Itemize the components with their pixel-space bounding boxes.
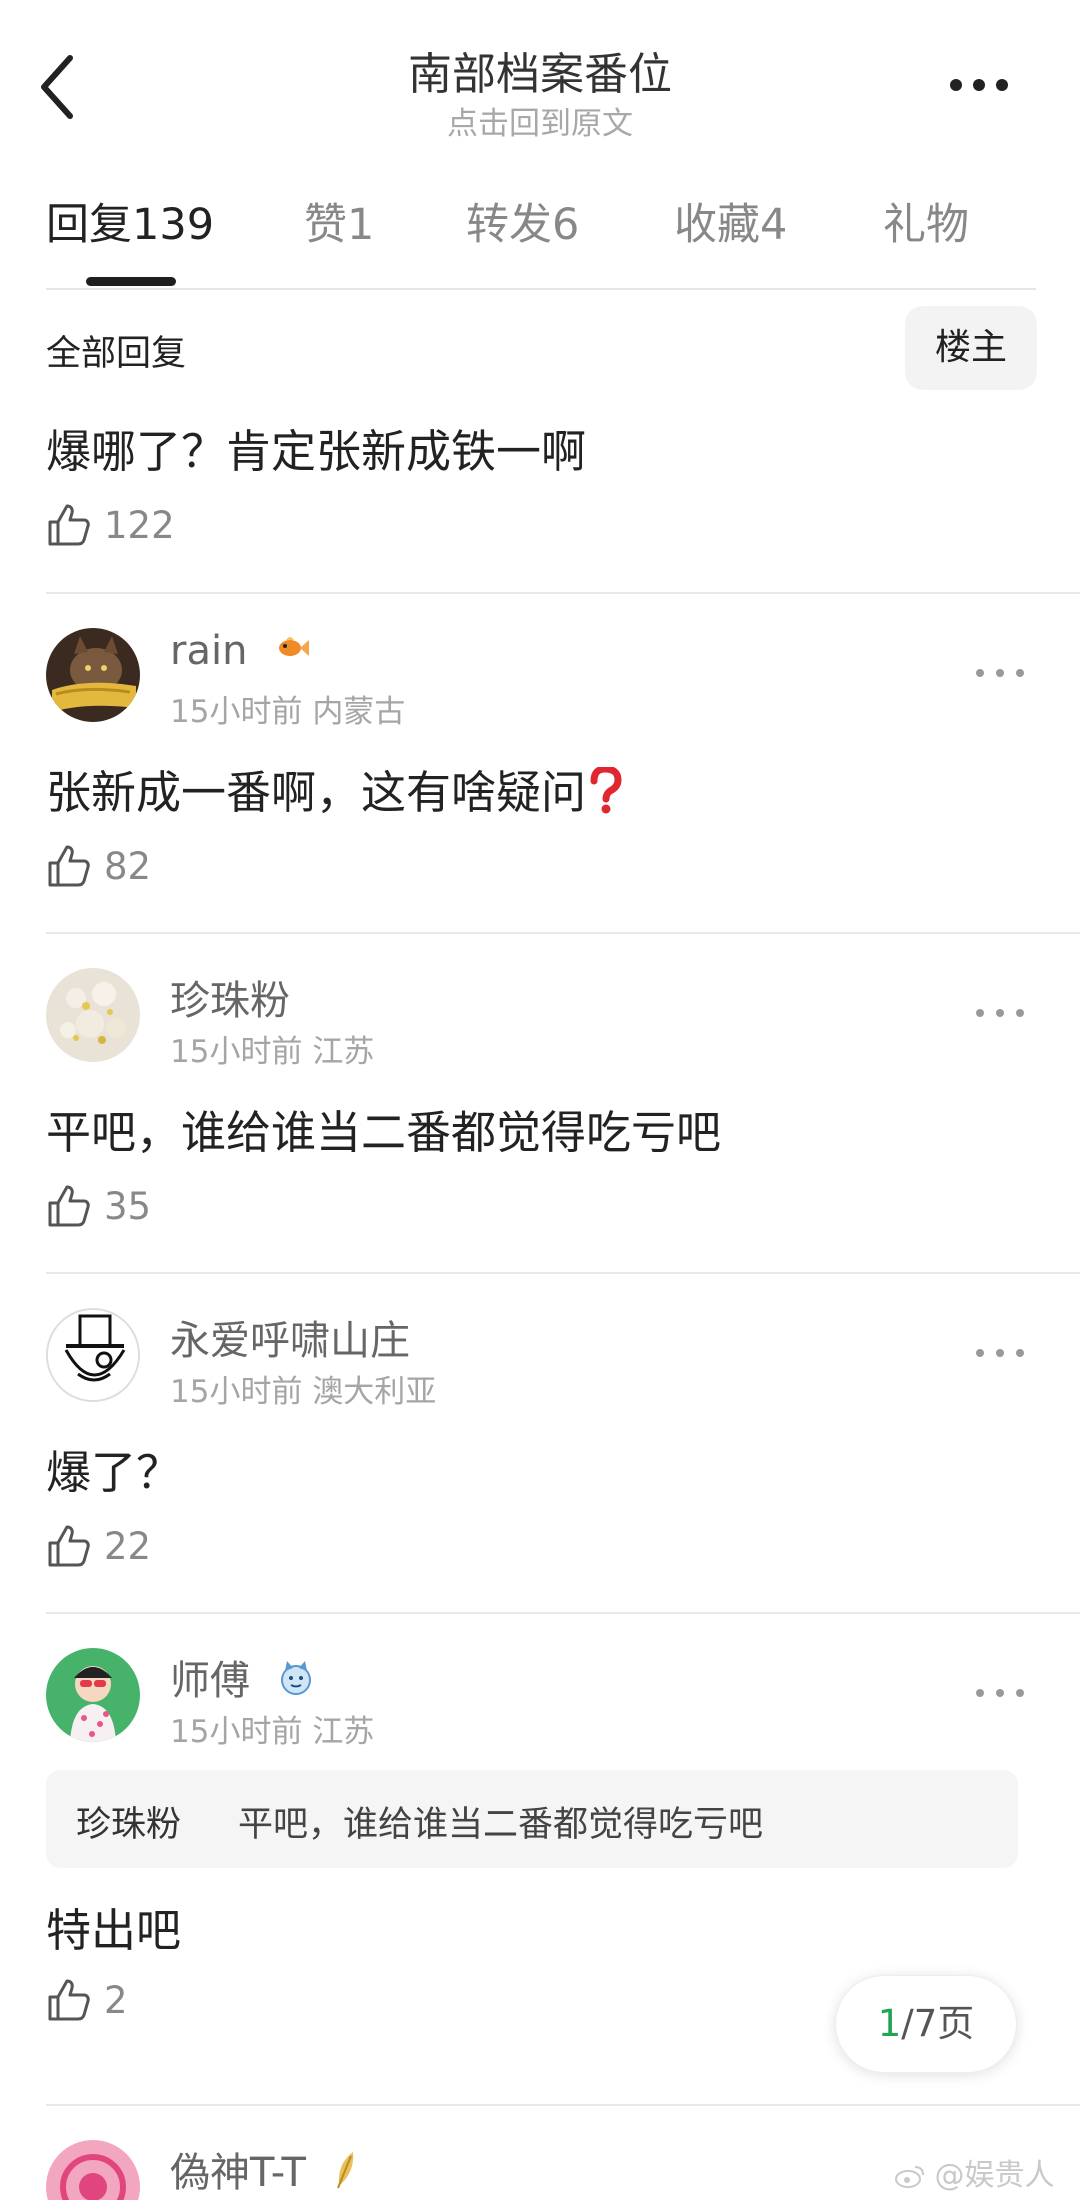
like-button[interactable]: 2 <box>46 1970 128 2030</box>
tab-favorites[interactable]: 收藏4 <box>674 190 787 252</box>
quoted-reply[interactable]: 珍珠粉 平吧，谁给谁当二番都觉得吃亏吧 <box>46 1770 1018 1868</box>
avatar[interactable] <box>46 628 140 722</box>
username[interactable]: 珍珠粉 <box>170 968 290 1026</box>
tab-replies[interactable]: 回复139 <box>46 190 214 252</box>
page-title[interactable]: 南部档案番位 <box>0 38 1080 102</box>
like-count: 122 <box>104 503 175 547</box>
like-count: 22 <box>104 1524 152 1568</box>
comment-content: 张新成一番啊，这有啥疑问 <box>46 756 622 826</box>
divider <box>46 592 1080 594</box>
comment-text: 爆了？ <box>46 1446 182 1499</box>
comment-text: 特出吧 <box>46 1904 182 1957</box>
red-question-mark-icon <box>588 764 622 826</box>
location: 江苏 <box>312 1034 375 1070</box>
location: 内蒙古 <box>312 694 406 730</box>
tab-reposts[interactable]: 转发6 <box>466 190 579 252</box>
tab-bar: 回复139 赞1 转发6 收藏4 礼物 <box>46 190 1036 290</box>
total-pages: /7页 <box>901 2002 975 2045</box>
timestamp: 15小时前 <box>170 1034 303 1070</box>
comment-meta: 15小时前 江苏 <box>170 1026 374 1071</box>
tab-count: 1 <box>347 200 375 250</box>
avatar[interactable] <box>46 968 140 1062</box>
goldfish-icon <box>274 630 310 676</box>
thumbs-up-icon <box>48 504 90 546</box>
comment-more-icon[interactable] <box>970 1338 1030 1368</box>
avatar[interactable] <box>46 1648 140 1742</box>
thumbs-up-icon <box>48 1979 90 2021</box>
all-replies-label: 全部回复 <box>46 334 187 374</box>
username-text: 偽神T-T <box>170 2150 306 2196</box>
avatar[interactable] <box>46 2140 140 2200</box>
tab-gifts[interactable]: 礼物 <box>883 190 969 252</box>
location: 江苏 <box>312 1714 375 1750</box>
username[interactable]: 偽神T-T <box>170 2140 359 2200</box>
username-text: rain <box>170 628 248 674</box>
feather-icon <box>333 2150 359 2200</box>
like-button[interactable]: 22 <box>46 1516 151 1576</box>
tab-label: 收藏 <box>674 200 760 250</box>
timestamp: 15小时前 <box>170 694 303 730</box>
thumbs-up-icon <box>48 845 90 887</box>
tab-label: 转发 <box>466 200 552 250</box>
tab-label: 赞 <box>304 200 347 250</box>
comment-meta: 15小时前 澳大利亚 <box>170 1366 436 1411</box>
quoted-text: 平吧，谁给谁当二番都觉得吃亏吧 <box>238 1805 764 1845</box>
divider <box>46 1272 1080 1274</box>
cat-badge-icon <box>277 1659 315 1707</box>
page-indicator[interactable]: 1/7页 <box>835 1975 1017 2073</box>
like-count: 35 <box>104 1184 152 1228</box>
more-options-icon[interactable] <box>944 60 1014 110</box>
comment-text: 平吧，谁给谁当二番都觉得吃亏吧 <box>46 1106 722 1159</box>
comment-more-icon[interactable] <box>970 1678 1030 1708</box>
active-tab-indicator <box>86 277 176 286</box>
watermark: @娱贵人 <box>895 2150 1055 2194</box>
comment-text: 张新成一番啊，这有啥疑问 <box>46 766 587 819</box>
comment-meta: 15小时前 内蒙古 <box>170 686 405 731</box>
username-text: 师傅 <box>170 1658 250 1704</box>
thumbs-up-icon <box>48 1525 90 1567</box>
divider <box>46 288 1036 290</box>
tab-count: 4 <box>760 200 788 250</box>
tab-count: 6 <box>552 200 580 250</box>
divider <box>46 932 1080 934</box>
avatar[interactable] <box>46 1308 140 1402</box>
back-to-original-link[interactable]: 点击回到原文 <box>0 98 1080 143</box>
tab-label: 回复 <box>46 200 132 250</box>
thumbs-up-icon <box>48 1185 90 1227</box>
username[interactable]: rain <box>170 628 310 676</box>
timestamp: 15小时前 <box>170 1374 303 1410</box>
username[interactable]: 师傅 <box>170 1648 315 1707</box>
top-bar: 南部档案番位 点击回到原文 <box>0 0 1080 170</box>
comment-more-icon[interactable] <box>970 998 1030 1028</box>
comment-text: 爆哪了？肯定张新成铁一啊 <box>46 425 587 478</box>
like-button[interactable]: 122 <box>46 495 175 555</box>
comment-meta: 15小时前 江苏 <box>170 1706 374 1751</box>
current-page: 1 <box>877 2002 902 2045</box>
weibo-icon <box>895 2165 924 2188</box>
quoted-username: 珍珠粉 <box>76 1805 182 1845</box>
tab-count: 139 <box>132 200 215 250</box>
like-count: 2 <box>104 1978 128 2022</box>
username[interactable]: 永爱呼啸山庄 <box>170 1308 410 1366</box>
location: 澳大利亚 <box>312 1374 437 1410</box>
timestamp: 15小时前 <box>170 1714 303 1750</box>
divider <box>46 2104 1080 2106</box>
comment-more-icon[interactable] <box>970 658 1030 688</box>
watermark-text: @娱贵人 <box>934 2158 1055 2193</box>
tab-likes[interactable]: 赞1 <box>304 190 374 252</box>
tab-label: 礼物 <box>883 200 969 250</box>
like-button[interactable]: 35 <box>46 1176 151 1236</box>
divider <box>46 1612 1080 1614</box>
owner-only-button[interactable]: 楼主 <box>905 306 1037 390</box>
like-count: 82 <box>104 844 152 888</box>
like-button[interactable]: 82 <box>46 836 151 896</box>
